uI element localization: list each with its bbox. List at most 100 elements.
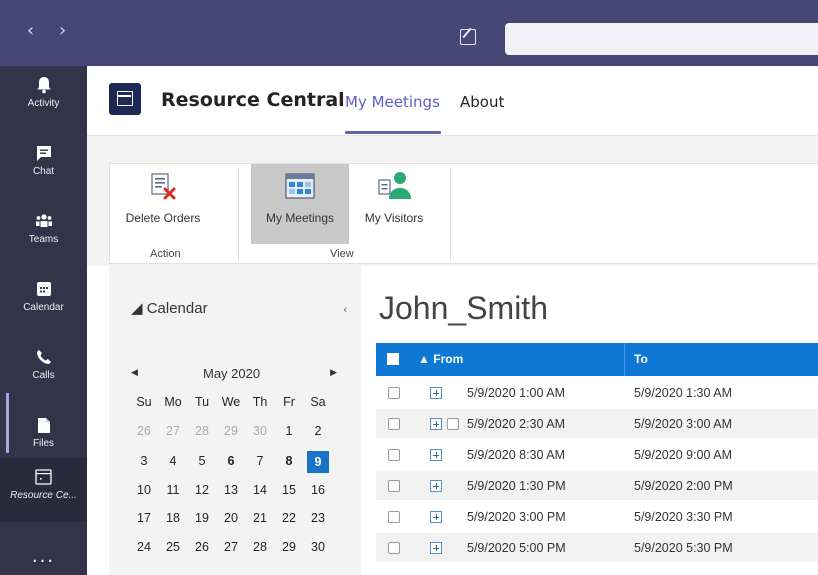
- expand-plus-icon[interactable]: [430, 387, 442, 399]
- expand-plus-icon[interactable]: [430, 480, 442, 492]
- calendar-day-selected[interactable]: 9: [307, 451, 329, 473]
- calendar-day[interactable]: 19: [191, 511, 213, 525]
- calendar-day[interactable]: 28: [249, 540, 271, 554]
- sort-ascending-icon: ▲: [418, 352, 430, 366]
- table-row[interactable]: 5/9/2020 2:30 AM 5/9/2020 3:00 AM: [376, 409, 818, 439]
- calendar-day[interactable]: 25: [162, 540, 184, 554]
- month-navigator: ◀ May 2020 ▶: [131, 366, 337, 384]
- day-of-week: Su: [136, 395, 152, 409]
- forward-arrow-icon[interactable]: ›: [59, 22, 66, 40]
- title-bar: ‹ ›: [0, 0, 818, 66]
- calendar-day[interactable]: 5: [191, 454, 213, 468]
- calendar-week: 24 25 26 27 28 29 30: [133, 537, 343, 559]
- calendar-day[interactable]: 28: [191, 424, 213, 438]
- table-row[interactable]: 5/9/2020 5:00 PM 5/9/2020 5:30 PM: [376, 533, 818, 563]
- previous-month-icon[interactable]: ◀: [131, 367, 138, 378]
- rail-item-resource-central[interactable]: Resource Ce...: [0, 458, 87, 522]
- calendar-header[interactable]: ◢ Calendar: [131, 299, 208, 317]
- calendar-day[interactable]: 27: [220, 540, 242, 554]
- page-title: John_Smith: [379, 290, 548, 326]
- expand-plus-icon[interactable]: [430, 511, 442, 523]
- calendar-day[interactable]: 11: [162, 483, 184, 497]
- table-row[interactable]: 5/9/2020 1:30 PM 5/9/2020 2:00 PM: [376, 471, 818, 501]
- my-meetings-button[interactable]: My Meetings: [251, 164, 349, 244]
- calendar-day[interactable]: 27: [162, 424, 184, 438]
- calendar-day[interactable]: 29: [220, 424, 242, 438]
- calendar-day[interactable]: 2: [307, 424, 329, 438]
- calendar-day[interactable]: 17: [133, 511, 155, 525]
- calendar-day[interactable]: 3: [133, 454, 155, 468]
- day-of-week: Fr: [283, 395, 295, 409]
- table-row[interactable]: 5/9/2020 1:00 AM 5/9/2020 1:30 AM: [376, 378, 818, 408]
- more-apps-icon[interactable]: ...: [0, 546, 87, 567]
- calendar-day[interactable]: 26: [133, 424, 155, 438]
- row-checkbox[interactable]: [388, 480, 400, 492]
- table-row[interactable]: 5/9/2020 8:30 AM 5/9/2020 9:00 AM: [376, 440, 818, 470]
- calendar-day[interactable]: 16: [307, 483, 329, 497]
- rail-item-calls[interactable]: Calls: [0, 338, 87, 402]
- rail-item-teams[interactable]: Teams: [0, 202, 87, 266]
- compose-icon[interactable]: [460, 29, 476, 45]
- back-arrow-icon[interactable]: ‹: [27, 22, 34, 40]
- next-month-icon[interactable]: ▶: [330, 367, 337, 378]
- calendar-day[interactable]: 12: [191, 483, 213, 497]
- calendar-day[interactable]: 30: [307, 540, 329, 554]
- calendar-day[interactable]: 4: [162, 454, 184, 468]
- sub-item-checkbox[interactable]: [447, 418, 459, 430]
- delete-orders-button[interactable]: Delete Orders: [110, 164, 216, 244]
- calendar-day[interactable]: 26: [191, 540, 213, 554]
- cell-from: 5/9/2020 2:30 AM: [467, 417, 565, 431]
- calendar-day[interactable]: 7: [249, 454, 271, 468]
- calendar-day[interactable]: 8: [278, 454, 300, 468]
- calendar-day[interactable]: 1: [278, 424, 300, 438]
- row-checkbox[interactable]: [388, 542, 400, 554]
- calendar-day[interactable]: 6: [220, 454, 242, 468]
- row-checkbox[interactable]: [388, 387, 400, 399]
- tab-my-meetings[interactable]: My Meetings: [345, 93, 440, 111]
- delete-orders-icon: [146, 169, 180, 203]
- calendar-day[interactable]: 10: [133, 483, 155, 497]
- row-checkbox[interactable]: [388, 511, 400, 523]
- cell-to: 5/9/2020 3:00 AM: [634, 417, 732, 431]
- tab-about[interactable]: About: [460, 93, 504, 111]
- my-visitors-button[interactable]: My Visitors: [351, 164, 437, 244]
- calendar-day[interactable]: 18: [162, 511, 184, 525]
- calendar-day[interactable]: 21: [249, 511, 271, 525]
- table-row[interactable]: 5/9/2020 3:00 PM 5/9/2020 3:30 PM: [376, 502, 818, 532]
- ribbon-separator: [450, 168, 451, 260]
- cell-from: 5/9/2020 8:30 AM: [467, 448, 565, 462]
- my-meetings-icon: [283, 169, 317, 203]
- calendar-day[interactable]: 24: [133, 540, 155, 554]
- expand-plus-icon[interactable]: [430, 542, 442, 554]
- calendar-day[interactable]: 22: [278, 511, 300, 525]
- my-meetings-label: My Meetings: [265, 211, 335, 225]
- select-all-checkbox[interactable]: [387, 353, 399, 365]
- day-of-week: Sa: [310, 395, 326, 409]
- row-checkbox[interactable]: [388, 449, 400, 461]
- calendar-day[interactable]: 29: [278, 540, 300, 554]
- rail-item-activity[interactable]: Activity: [0, 66, 87, 130]
- calendar-day[interactable]: 15: [278, 483, 300, 497]
- calendar-day[interactable]: 13: [220, 483, 242, 497]
- calendar-week: 26 27 28 29 30 1 2: [133, 421, 343, 443]
- rail-item-chat[interactable]: Chat: [0, 134, 87, 198]
- active-tab-underline: [345, 131, 441, 134]
- rail-item-label: Calls: [32, 370, 55, 381]
- day-of-week: Mo: [164, 395, 182, 409]
- collapse-pane-icon[interactable]: ‹: [343, 303, 347, 316]
- expand-plus-icon[interactable]: [430, 418, 442, 430]
- calendar-day[interactable]: 14: [249, 483, 271, 497]
- calendar-day[interactable]: 30: [249, 424, 271, 438]
- cell-from: 5/9/2020 1:30 PM: [467, 479, 566, 493]
- expand-plus-icon[interactable]: [430, 449, 442, 461]
- search-input[interactable]: [505, 23, 818, 55]
- rail-item-calendar[interactable]: Calendar: [0, 270, 87, 334]
- column-header-to[interactable]: To: [634, 352, 648, 366]
- calendar-day[interactable]: 20: [220, 511, 242, 525]
- column-header-from[interactable]: ▲ From: [418, 352, 463, 366]
- column-separator[interactable]: [624, 343, 625, 376]
- calendar-day[interactable]: 23: [307, 511, 329, 525]
- row-checkbox[interactable]: [388, 418, 400, 430]
- rail-active-indicator: [6, 393, 9, 453]
- column-header-from-label: From: [433, 352, 464, 366]
